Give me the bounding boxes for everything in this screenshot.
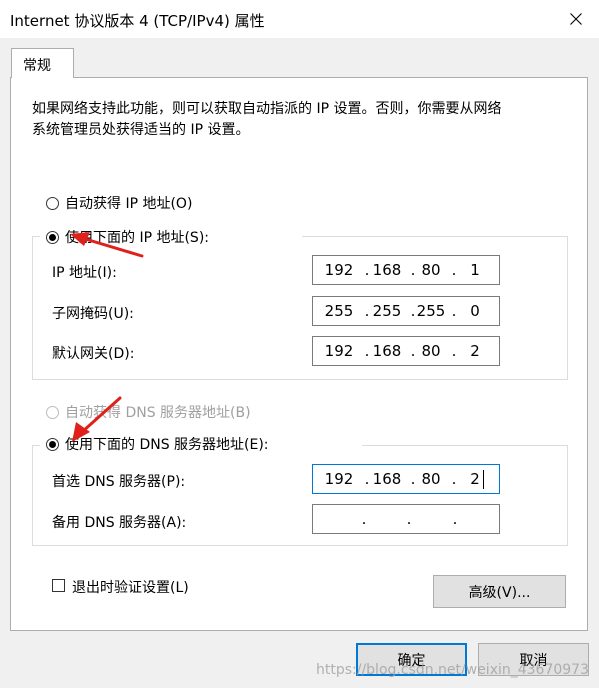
- octet: 255: [416, 302, 446, 320]
- subnet-mask-label: 子网掩码(U):: [52, 306, 134, 322]
- watermark: https://blog.csdn.net/weixin_43670973: [315, 662, 589, 678]
- octet: 192: [324, 261, 354, 279]
- ip-address-input[interactable]: 192 . 168 . 80 . 1: [312, 255, 500, 285]
- title-bar: Internet 协议版本 4 (TCP/IPv4) 属性: [0, 0, 599, 38]
- radio-button[interactable]: [46, 437, 59, 451]
- window-title: Internet 协议版本 4 (TCP/IPv4) 属性: [10, 12, 265, 30]
- alternate-dns-label: 备用 DNS 服务器(A):: [52, 515, 187, 531]
- octet: 168: [372, 342, 402, 360]
- radio-button[interactable]: [46, 196, 59, 210]
- octet: 80: [421, 342, 441, 360]
- octet: 80: [421, 261, 441, 279]
- description-line: 如果网络支持此功能，则可以获取自动指派的 IP 设置。否则，你需要从网络: [32, 101, 502, 117]
- octet: 255: [324, 302, 354, 320]
- close-button[interactable]: [553, 0, 599, 38]
- advanced-button[interactable]: 高级(V)...: [433, 575, 566, 608]
- ip-address-label: IP 地址(I):: [52, 265, 117, 281]
- validate-checkbox[interactable]: [52, 579, 65, 592]
- preferred-dns-label: 首选 DNS 服务器(P):: [52, 474, 186, 490]
- radio-button[interactable]: [46, 405, 59, 419]
- octet: 168: [372, 261, 402, 279]
- preferred-dns-input[interactable]: 192 . 168 . 80 . 2: [312, 464, 500, 494]
- validate-label: 退出时验证设置(L): [72, 580, 189, 596]
- radio-label: 自动获得 IP 地址(O): [65, 196, 193, 212]
- radio-button[interactable]: [46, 230, 59, 244]
- octet-dot: .: [361, 510, 367, 528]
- octet: 192: [324, 342, 354, 360]
- tab-general[interactable]: 常规: [11, 48, 74, 78]
- radio-manual-dns[interactable]: 使用下面的 DNS 服务器地址(E):: [46, 434, 269, 454]
- radio-auto-ip[interactable]: 自动获得 IP 地址(O): [46, 193, 192, 213]
- text-caret: [483, 470, 484, 489]
- octet: 2: [470, 470, 480, 488]
- octet-dot: .: [452, 510, 458, 528]
- radio-manual-ip[interactable]: 使用下面的 IP 地址(S):: [46, 227, 209, 247]
- radio-auto-dns[interactable]: 自动获得 DNS 服务器地址(B): [46, 402, 251, 422]
- octet: 192: [324, 470, 354, 488]
- octet: 80: [421, 470, 441, 488]
- octet: 255: [372, 302, 402, 320]
- octet-dot: .: [406, 510, 412, 528]
- octet: 0: [470, 302, 480, 320]
- description-text: 如果网络支持此功能，则可以获取自动指派的 IP 设置。否则，你需要从网络 系统管…: [32, 99, 552, 141]
- default-gateway-label: 默认网关(D):: [52, 346, 135, 362]
- description-line: 系统管理员处获得适当的 IP 设置。: [32, 122, 250, 138]
- octet: 168: [372, 470, 402, 488]
- radio-label: 使用下面的 DNS 服务器地址(E):: [65, 437, 269, 453]
- close-icon: [570, 13, 582, 25]
- default-gateway-input[interactable]: 192 . 168 . 80 . 2: [312, 336, 500, 366]
- radio-label: 使用下面的 IP 地址(S):: [65, 230, 209, 246]
- octet: 1: [470, 261, 480, 279]
- octet: 2: [470, 342, 480, 360]
- alternate-dns-input[interactable]: . . .: [312, 504, 500, 534]
- subnet-mask-input[interactable]: 255 . 255 . 255 . 0: [312, 296, 500, 326]
- radio-label: 自动获得 DNS 服务器地址(B): [65, 405, 251, 421]
